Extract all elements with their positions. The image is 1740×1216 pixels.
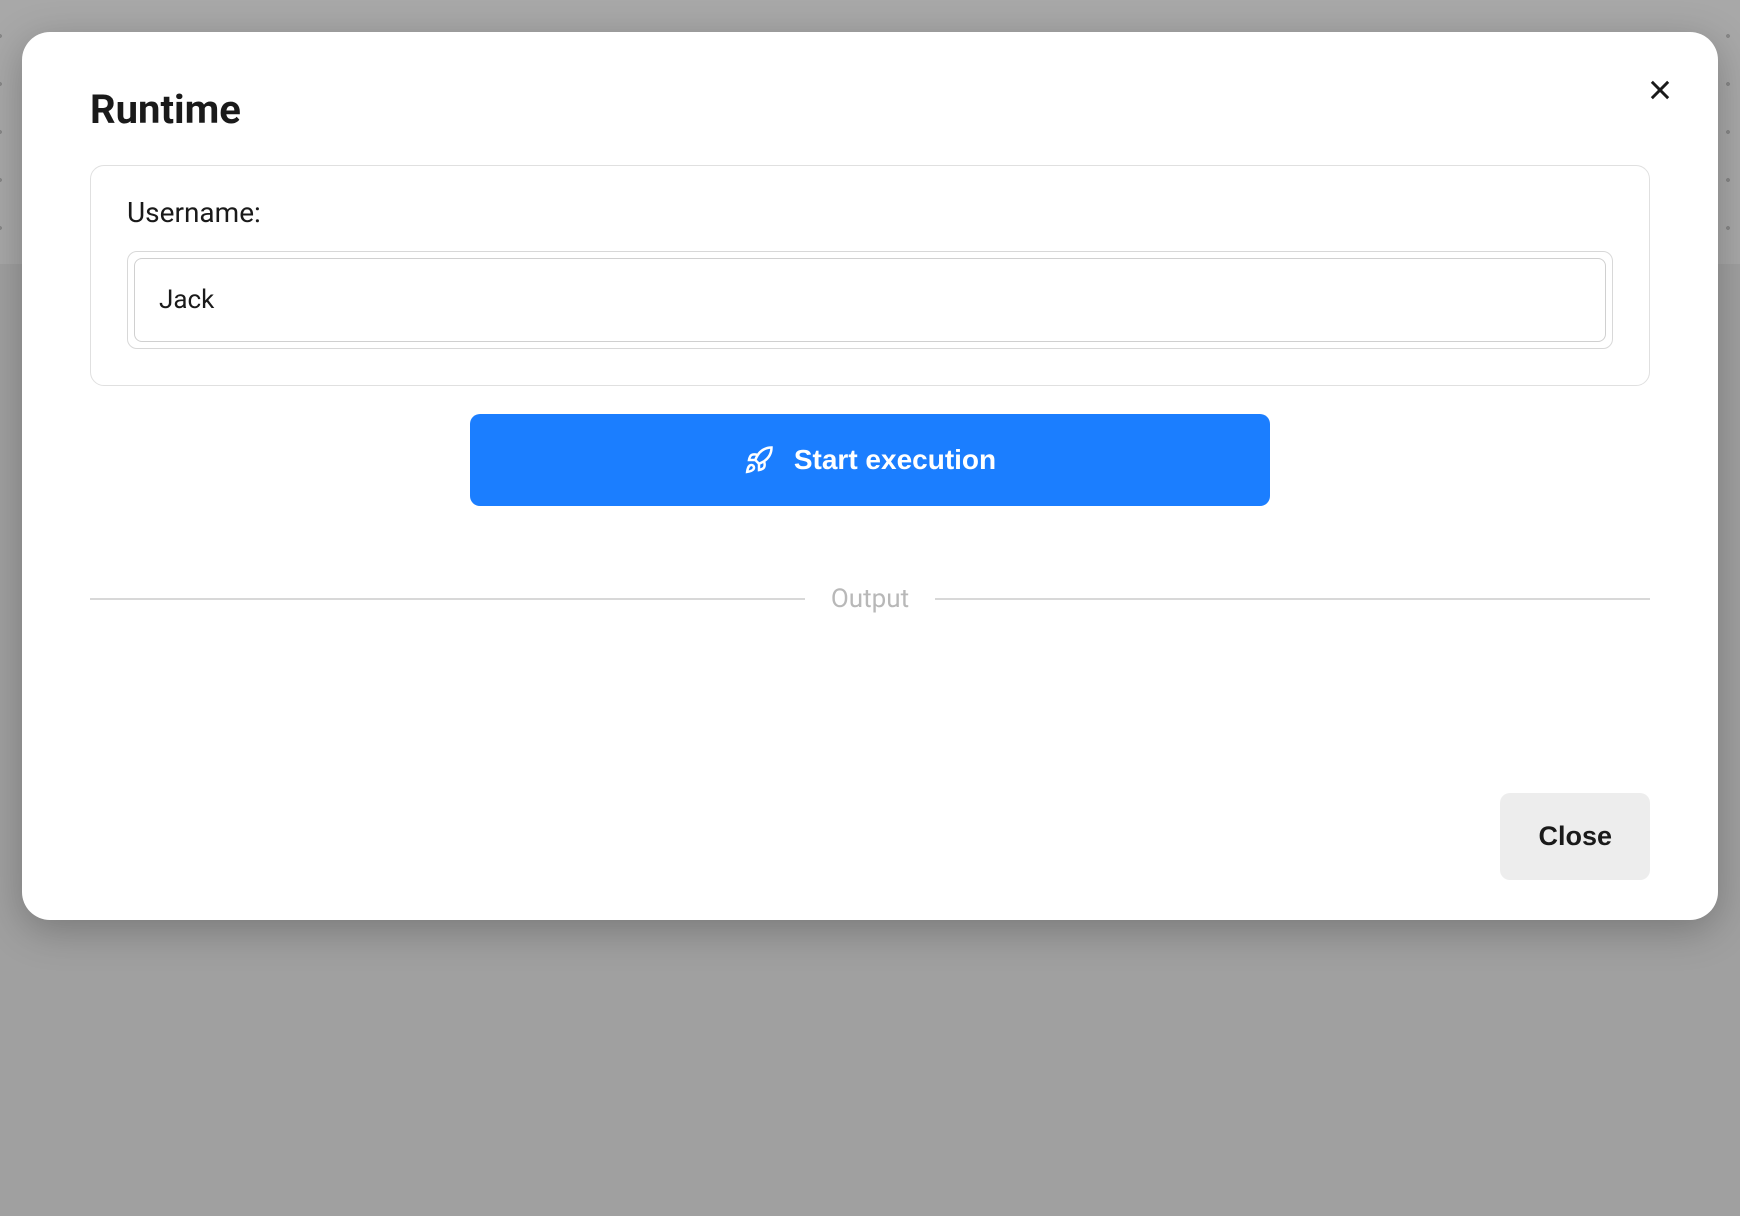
runtime-modal: Runtime Username: Start execution Output: [22, 32, 1718, 920]
username-input[interactable]: [134, 258, 1606, 342]
start-execution-button[interactable]: Start execution: [470, 414, 1270, 506]
output-area: [70, 614, 1670, 793]
rocket-icon: [744, 445, 774, 475]
close-button[interactable]: Close: [1500, 793, 1650, 880]
modal-header: Runtime: [70, 80, 1670, 133]
output-divider-label: Output: [805, 584, 935, 614]
form-card: Username:: [90, 165, 1650, 386]
modal-footer: Close: [70, 793, 1650, 880]
username-input-wrapper: [127, 251, 1613, 349]
modal-title: Runtime: [90, 86, 241, 133]
start-button-label: Start execution: [794, 444, 996, 476]
divider-line-right: [935, 598, 1650, 600]
close-icon: [1646, 76, 1674, 104]
output-divider: Output: [90, 584, 1650, 614]
username-label: Username:: [127, 196, 1613, 229]
divider-line-left: [90, 598, 805, 600]
close-icon-button[interactable]: [1642, 72, 1678, 108]
